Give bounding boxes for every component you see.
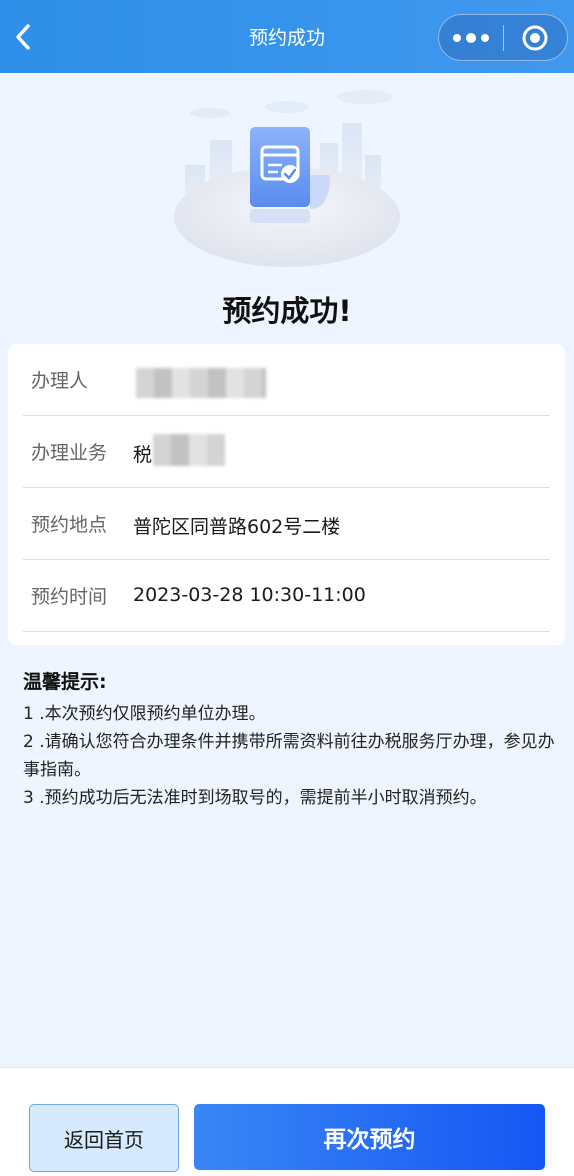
navigation-bar: 预约成功 (0, 0, 574, 73)
detail-label: 办理业务 (31, 442, 108, 464)
appointment-details-card: 办理人 办理业务 税 预约地点 普陀区同普路602号二楼 预约时间 2023-0… (8, 344, 565, 645)
detail-label: 预约地点 (31, 514, 108, 536)
target-circle-icon (522, 25, 548, 50)
redacted-text (136, 368, 266, 398)
back-button[interactable] (8, 22, 38, 52)
detail-row-time: 预约时间 2023-03-28 10:30-11:00 (23, 560, 550, 632)
detail-label: 办理人 (31, 370, 89, 392)
bottom-action-bar: 返回首页 再次预约 (0, 1067, 574, 1176)
more-dots-icon-center (465, 32, 476, 43)
more-dots-icon (452, 33, 461, 42)
success-title: 预约成功! (222, 294, 352, 328)
book-again-button[interactable]: 再次预约 (194, 1104, 545, 1170)
detail-label: 预约时间 (31, 586, 108, 608)
detail-row-business: 办理业务 税 (23, 416, 550, 488)
detail-row-location: 预约地点 普陀区同普路602号二楼 (23, 488, 550, 560)
detail-value: 普陀区同普路602号二楼 (133, 516, 341, 538)
more-button[interactable] (439, 15, 503, 60)
more-dots-icon-right (480, 33, 489, 42)
redacted-text (153, 434, 225, 466)
success-illustration (170, 85, 405, 275)
detail-value: 2023-03-28 10:30-11:00 (133, 584, 366, 606)
tips-section: 温馨提示: 1 .本次预约仅限预约单位办理。 2 .请确认您符合办理条件并携带所… (23, 667, 558, 812)
tip-item: 2 .请确认您符合办理条件并携带所需资料前往办税服务厅办理，参见办事指南。 (23, 732, 555, 780)
back-to-home-button[interactable]: 返回首页 (29, 1104, 179, 1172)
close-button[interactable] (504, 15, 568, 60)
tip-item: 1 .本次预约仅限预约单位办理。 (23, 704, 266, 724)
tip-item: 3 .预约成功后无法准时到场取号的，需提前半小时取消预约。 (23, 788, 487, 808)
page-title: 预约成功 (248, 27, 325, 49)
mini-program-capsule (438, 14, 568, 61)
detail-row-handler: 办理人 (23, 344, 550, 416)
detail-value: 税 (133, 444, 153, 466)
tips-title: 温馨提示: (23, 671, 107, 693)
calendar-check-icon (174, 90, 400, 267)
chevron-left-icon (16, 24, 30, 50)
